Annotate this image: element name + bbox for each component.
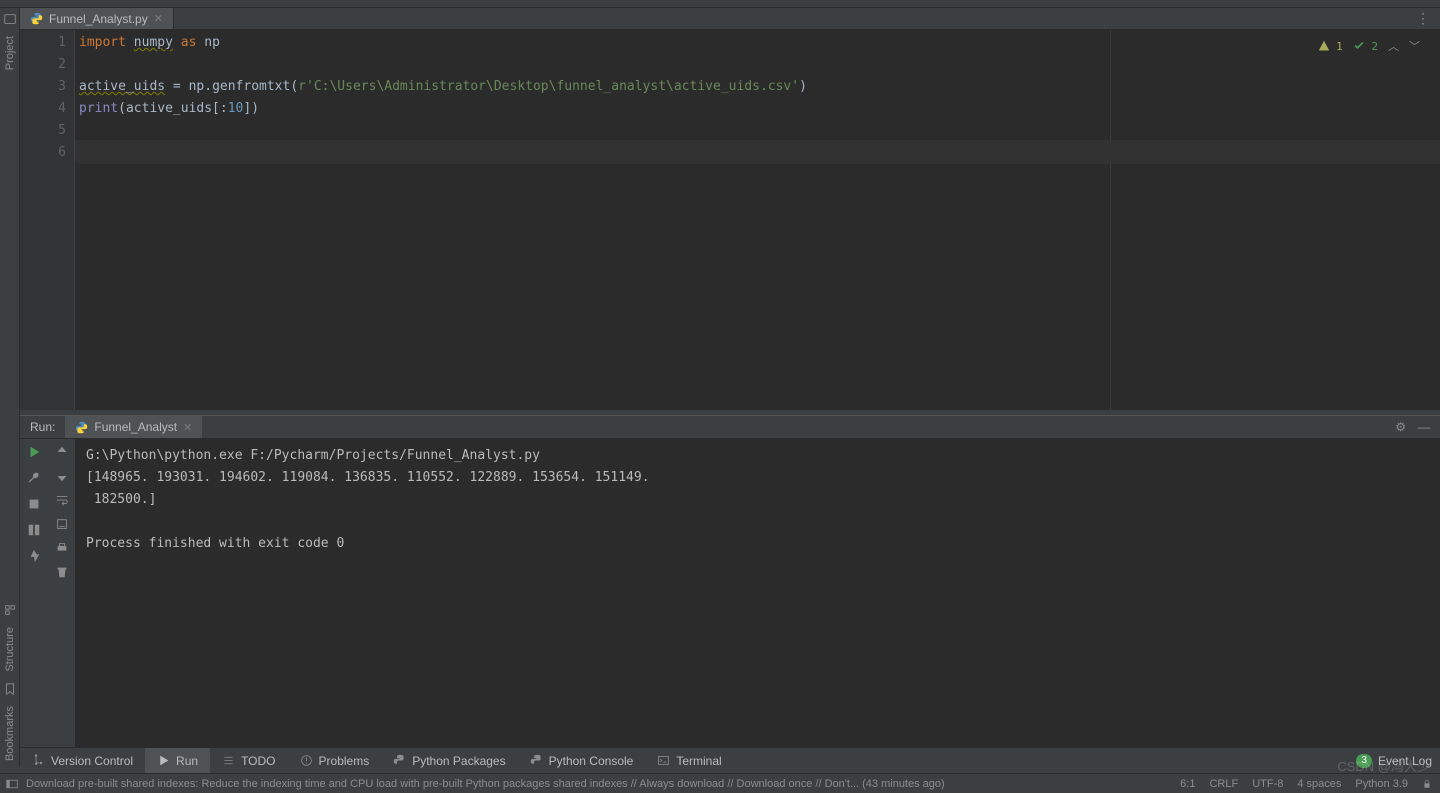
structure-icon <box>3 603 17 617</box>
run-tab-funnel-analyst[interactable]: Funnel_Analyst ✕ <box>65 416 202 438</box>
print-icon[interactable] <box>55 541 69 555</box>
todo-button[interactable]: TODO <box>210 748 287 773</box>
packages-button[interactable]: Python Packages <box>381 748 517 773</box>
project-icon <box>3 12 17 26</box>
bottom-tool-bar: Version Control Run TODO Problems Python… <box>20 747 1440 773</box>
scroll-end-icon[interactable] <box>55 517 69 531</box>
close-icon[interactable]: ✕ <box>154 12 163 25</box>
line-separator[interactable]: CRLF <box>1209 778 1238 790</box>
close-icon[interactable]: ✕ <box>183 421 192 434</box>
code-editor[interactable]: 1 2 3 4 5 6 import numpy as np active_ui… <box>20 30 1440 410</box>
run-label: Run: <box>20 420 65 434</box>
wrench-icon[interactable] <box>27 471 41 485</box>
sidebar-structure[interactable]: Structure <box>4 621 16 678</box>
caret-position[interactable]: 6:1 <box>1180 778 1195 790</box>
editor-tab-bar: Funnel_Analyst.py ✕ ⋮ <box>20 8 1440 30</box>
vcs-button[interactable]: Version Control <box>20 748 145 773</box>
indent[interactable]: 4 spaces <box>1297 778 1341 790</box>
sidebar-project[interactable]: Project <box>4 30 16 76</box>
status-message[interactable]: Download pre-built shared indexes: Reduc… <box>26 778 945 790</box>
run-button[interactable]: Run <box>145 748 210 773</box>
code-area[interactable]: import numpy as np active_uids = np.genf… <box>75 30 1440 410</box>
terminal-button[interactable]: Terminal <box>645 748 733 773</box>
interpreter[interactable]: Python 3.9 <box>1355 778 1408 790</box>
event-log-button[interactable]: Event Log <box>1378 754 1432 768</box>
left-tool-stripe: Project Structure Bookmarks <box>0 8 20 767</box>
tool-window-icon[interactable] <box>6 778 18 790</box>
encoding[interactable]: UTF-8 <box>1252 778 1283 790</box>
stop-icon[interactable] <box>27 497 41 511</box>
up-icon[interactable] <box>55 445 69 459</box>
run-panel-header: Run: Funnel_Analyst ✕ ⚙ — <box>20 415 1440 439</box>
problems-button[interactable]: Problems <box>288 748 382 773</box>
layout-icon[interactable] <box>27 523 41 537</box>
sidebar-bookmarks[interactable]: Bookmarks <box>4 700 16 767</box>
trash-icon[interactable] <box>55 565 69 579</box>
run-tab-label: Funnel_Analyst <box>94 420 177 434</box>
event-log-badge: 3 <box>1356 754 1372 768</box>
status-bar: Download pre-built shared indexes: Reduc… <box>0 773 1440 793</box>
minimize-icon[interactable]: — <box>1418 420 1430 434</box>
python-icon <box>30 12 43 25</box>
down-icon[interactable] <box>55 469 69 483</box>
editor-tab-funnel-analyst[interactable]: Funnel_Analyst.py ✕ <box>20 8 174 29</box>
more-icon[interactable]: ⋮ <box>1406 8 1440 29</box>
bookmarks-icon <box>3 682 17 696</box>
editor-tab-label: Funnel_Analyst.py <box>49 12 148 26</box>
lock-icon[interactable] <box>1422 779 1432 789</box>
console-output[interactable]: G:\Python\python.exe F:/Pycharm/Projects… <box>76 439 1440 747</box>
pin-icon[interactable] <box>27 549 41 563</box>
run-panel: G:\Python\python.exe F:/Pycharm/Projects… <box>20 439 1440 747</box>
soft-wrap-icon[interactable] <box>55 493 69 507</box>
python-icon <box>75 421 88 434</box>
python-console-button[interactable]: Python Console <box>518 748 646 773</box>
gutter: 1 2 3 4 5 6 <box>20 30 75 410</box>
rerun-icon[interactable] <box>27 445 41 459</box>
run-left-toolbar <box>20 439 48 747</box>
run-mid-toolbar <box>48 439 76 747</box>
gear-icon[interactable]: ⚙ <box>1395 420 1406 434</box>
